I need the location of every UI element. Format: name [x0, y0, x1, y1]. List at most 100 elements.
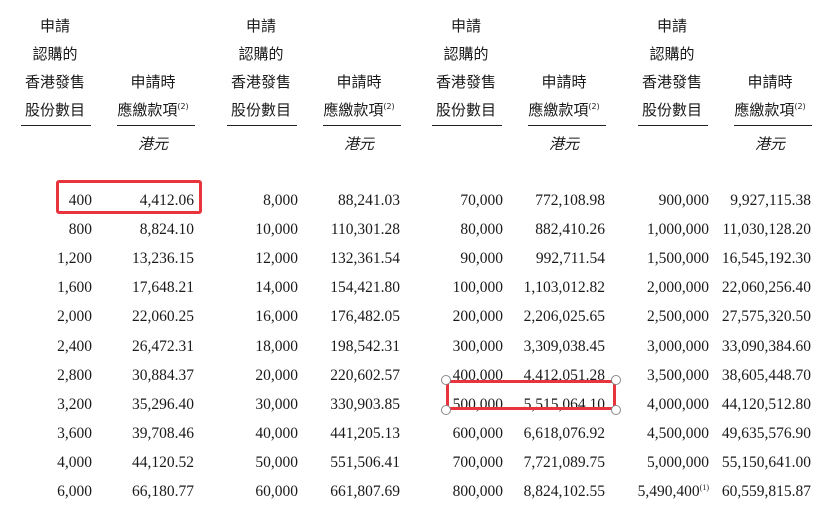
shares-cell: 40,000 [255, 425, 298, 443]
shares-value: 30,000 [255, 395, 298, 413]
amount-header: 申請時 應繳款項(2) [720, 68, 820, 124]
amount-header-line: 應繳款項(2) [309, 96, 409, 124]
shares-value: 2,000,000 [647, 279, 709, 297]
currency-unit: 港元 [137, 135, 168, 153]
shares-cell: 4,000,000 [647, 396, 709, 414]
shares-value: 12,000 [255, 250, 298, 268]
amount-cell: 11,030,128.20 [722, 221, 811, 239]
amount-header-text: 應繳款項 [323, 101, 384, 119]
amount-header-text: 應繳款項 [117, 101, 178, 119]
shares-value: 20,000 [255, 366, 298, 384]
shares-value: 6,000 [57, 483, 92, 500]
shares-value: 2,800 [57, 366, 92, 384]
amount-cell: 44,120.52 [132, 453, 194, 471]
shares-cell: 700,000 [453, 454, 503, 472]
shares-header-line: 股份數目 [641, 101, 702, 119]
amount-cell: 154,421.80 [330, 279, 400, 297]
currency-unit: 港元 [343, 135, 374, 153]
amount-cell: 38,605,448.70 [721, 366, 811, 384]
amount-header: 申請時應繳款項(2) [514, 68, 614, 124]
shares-value: 4,000,000 [647, 395, 709, 413]
resize-handle[interactable] [441, 405, 451, 415]
shares-header-line: 股份數目 [230, 101, 291, 119]
shares-header-line: 認購的 [32, 45, 78, 63]
shares-cell: 4,500,000 [647, 425, 709, 443]
amount-cell: 8,824,102.55 [523, 483, 605, 500]
shares-cell: 70,000 [460, 192, 503, 210]
footnote-marker: (2) [383, 102, 395, 111]
shares-value: 800 [68, 221, 92, 239]
amount-header-text: 應繳款項 [734, 101, 795, 119]
shares-cell: 600,000 [453, 425, 503, 443]
shares-cell: 10,000 [255, 221, 298, 239]
shares-cell: 3,600 [57, 425, 92, 443]
shares-header-line: 香港發售 [230, 73, 291, 91]
amount-header-line: 申請時 [747, 73, 793, 91]
shares-value: 300,000 [452, 337, 503, 355]
shares-value: 1,600 [57, 279, 92, 297]
shares-value: 40,000 [255, 424, 298, 442]
shares-header-line: 香港發售 [24, 73, 85, 91]
footnote-marker: (1) [699, 482, 709, 492]
amount-cell: 176,482.05 [330, 308, 400, 326]
shares-header: 申請 認購的 香港發售 股份數目 [622, 12, 722, 124]
selection-box[interactable] [446, 380, 616, 410]
amount-header-line: 應繳款項(2) [514, 96, 614, 124]
amount-header-line: 申請時 [541, 73, 587, 91]
resize-handle[interactable] [611, 375, 621, 385]
amount-cell: 35,296.40 [132, 395, 194, 413]
shares-value: 1,500,000 [647, 250, 709, 268]
shares-value: 60,000 [255, 483, 298, 500]
shares-cell: 14,000 [255, 279, 298, 297]
amount-cell: 30,884.37 [132, 366, 194, 384]
shares-cell: 2,000,000 [647, 279, 709, 297]
shares-header: 申請 認購的 香港發售 股份數目 [211, 12, 311, 124]
shares-value: 2,400 [57, 337, 92, 355]
shares-value: 1,200 [57, 250, 92, 268]
shares-value: 1,000,000 [647, 221, 709, 239]
amount-cell: 110,301.28 [330, 221, 400, 239]
amount-cell: 198,542.31 [330, 337, 400, 355]
shares-value: 3,500,000 [647, 366, 709, 384]
amount-cell: 441,205.13 [330, 424, 400, 442]
resize-handle[interactable] [611, 405, 621, 415]
shares-header-line: 股份數目 [435, 101, 496, 119]
shares-cell: 90,000 [460, 250, 503, 268]
shares-cell: 30,000 [255, 396, 298, 414]
amount-header-text: 應繳款項 [528, 101, 589, 119]
shares-cell: 200,000 [453, 308, 503, 326]
shares-value: 4,000 [57, 453, 92, 471]
amount-cell: 55,150,641.00 [721, 453, 811, 471]
shares-cell: 900,000 [659, 192, 709, 210]
amount-cell: 330,903.85 [330, 395, 400, 413]
resize-handle[interactable] [441, 375, 451, 385]
shares-cell: 4,000 [57, 454, 92, 472]
shares-header-line: 香港發售 [435, 73, 496, 91]
amount-cell: 7,721,089.75 [523, 453, 605, 471]
shares-header: 申請 認購的 香港發售 股份數目 [416, 12, 516, 124]
amount-cell: 992,711.54 [535, 250, 605, 268]
shares-value: 70,000 [460, 192, 503, 209]
shares-value: 5,000,000 [647, 453, 709, 471]
amount-cell: 13,236.15 [132, 250, 194, 268]
shares-value: 800,000 [452, 483, 503, 500]
shares-cell: 300,000 [453, 338, 503, 356]
shares-value: 50,000 [255, 453, 298, 471]
amount-cell: 22,060,256.40 [721, 279, 811, 297]
amount-cell: 60,559,815.87 [721, 483, 811, 500]
shares-header-line: 申請 [245, 17, 276, 35]
amount-header: 申請時 應繳款項(2) [309, 68, 409, 124]
amount-cell: 27,575,320.50 [721, 308, 811, 326]
shares-cell: 5,000,000 [647, 454, 709, 472]
shares-cell: 800 [69, 221, 92, 239]
amount-cell: 39,708.46 [132, 424, 194, 442]
shares-cell: 1,200 [57, 250, 92, 268]
header-underline [21, 125, 91, 126]
shares-value: 100,000 [452, 279, 503, 297]
shares-value: 4,500,000 [647, 424, 709, 442]
shares-cell: 50,000 [255, 454, 298, 472]
amount-cell: 3,309,038.45 [523, 337, 605, 355]
shares-cell: 1,600 [57, 279, 92, 297]
shares-header-line: 香港發售 [641, 73, 702, 91]
amount-cell: 551,506.41 [330, 453, 400, 471]
